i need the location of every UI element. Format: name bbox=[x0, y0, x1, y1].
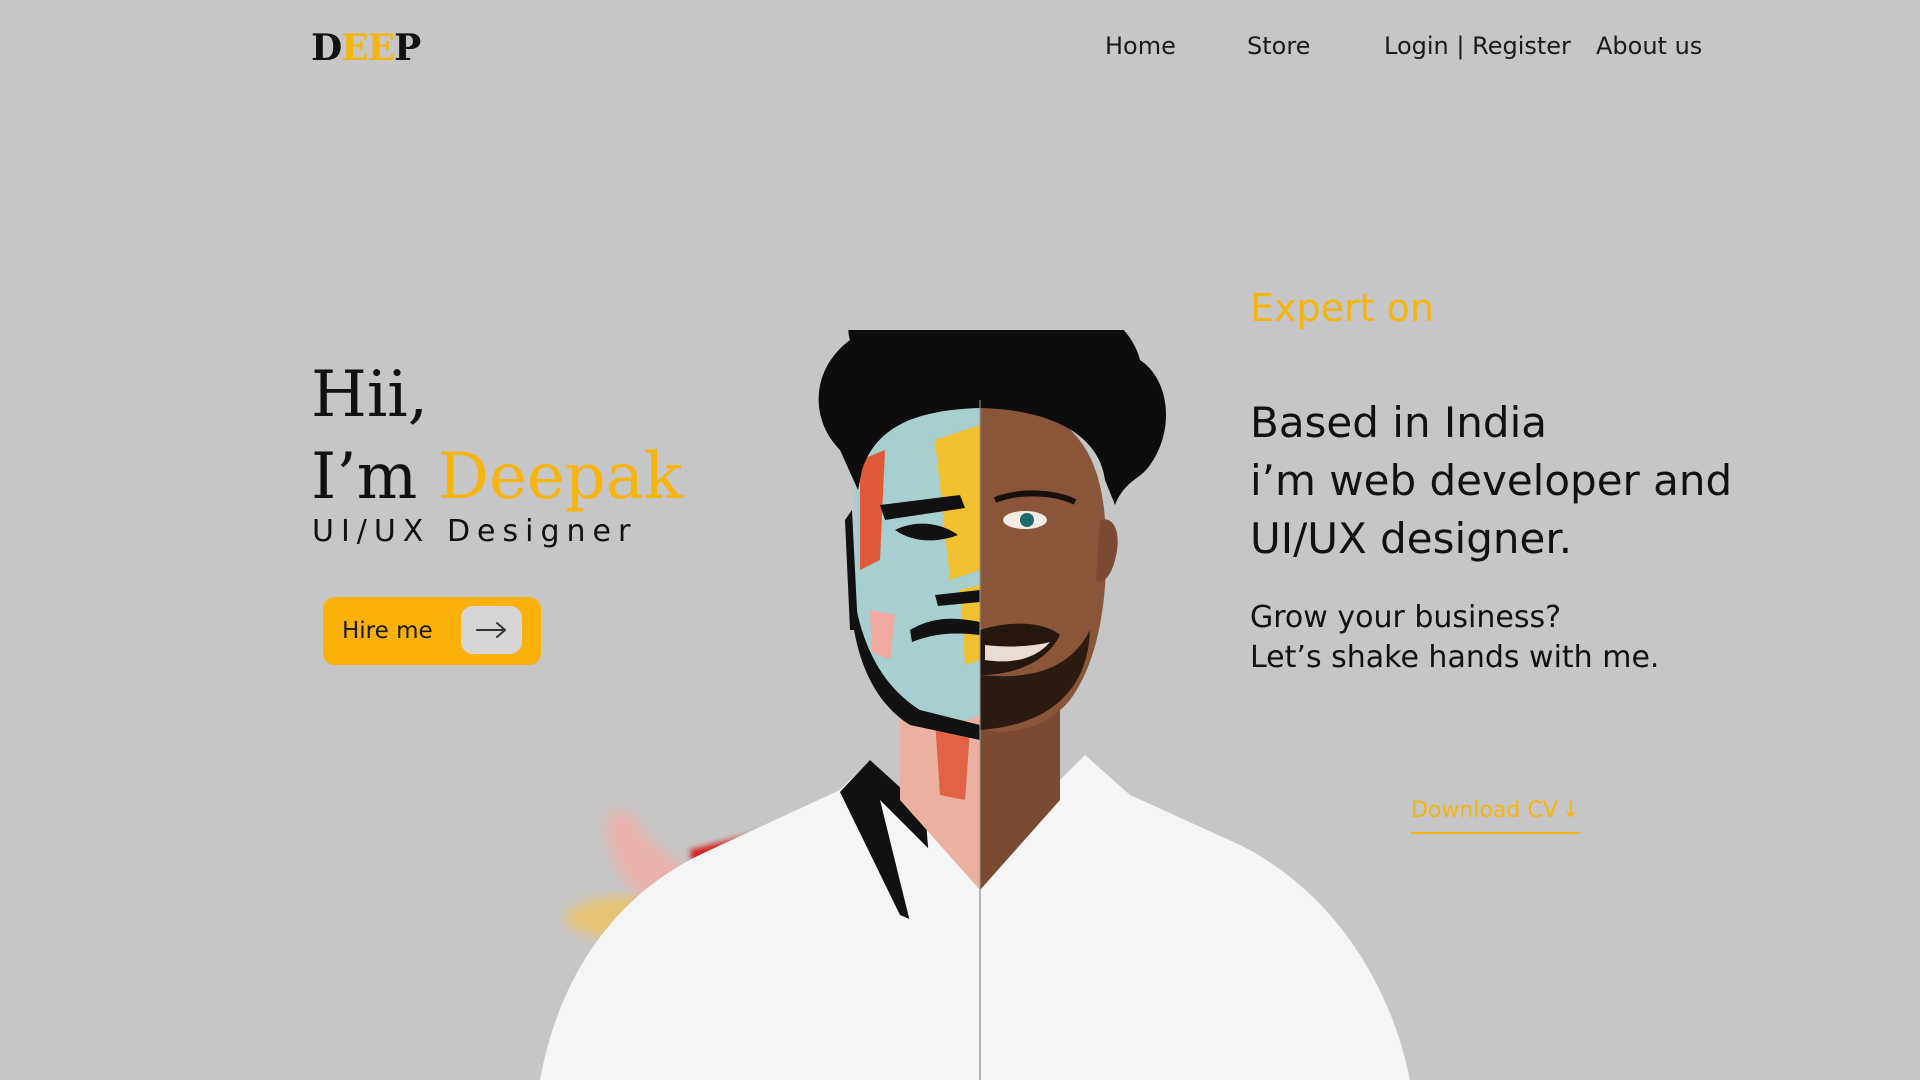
bio-line: Based in India bbox=[1250, 398, 1547, 447]
landing-page: DEEP Home Store Login | Register About u… bbox=[0, 0, 1920, 1080]
nav-store[interactable]: Store bbox=[1247, 30, 1310, 62]
nav-home[interactable]: Home bbox=[1105, 30, 1176, 62]
expert-heading: Expert on bbox=[1250, 286, 1434, 330]
hire-me-label: Hire me bbox=[342, 618, 433, 644]
intro-text: I’m bbox=[311, 440, 438, 514]
bio-text: Based in India i’m web developer and UI/… bbox=[1250, 394, 1732, 568]
nav-login-register[interactable]: Login | Register bbox=[1384, 30, 1571, 62]
cta-line: Let’s shake hands with me. bbox=[1250, 640, 1660, 675]
cta-line: Grow your business? bbox=[1250, 600, 1562, 635]
logo-letter-d: D bbox=[311, 27, 342, 69]
arrow-right-icon bbox=[461, 606, 522, 654]
hire-me-button[interactable]: Hire me bbox=[323, 597, 541, 665]
logo-letter-p: P bbox=[394, 27, 421, 69]
download-cv-link[interactable]: Download CV ↓ bbox=[1411, 796, 1581, 834]
logo-letters-ee: EE bbox=[341, 27, 395, 69]
download-cv-label: Download CV bbox=[1411, 798, 1558, 823]
nav-about-us[interactable]: About us bbox=[1596, 30, 1702, 62]
bio-line: i’m web developer and bbox=[1250, 456, 1733, 505]
cta-text: Grow your business? Let’s shake hands wi… bbox=[1250, 598, 1659, 678]
bio-line: UI/UX designer. bbox=[1250, 514, 1573, 563]
logo[interactable]: DEEP bbox=[311, 26, 421, 70]
arrow-down-icon: ↓ bbox=[1561, 798, 1581, 823]
